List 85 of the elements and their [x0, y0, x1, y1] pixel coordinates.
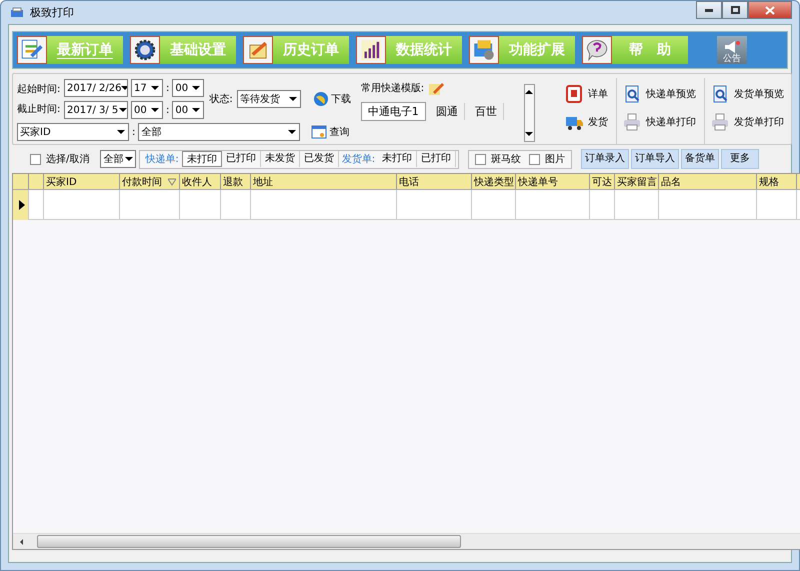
time-separator: :	[166, 82, 170, 94]
action-button[interactable]: 快递单预览	[623, 84, 700, 104]
document-icon	[565, 85, 583, 103]
globe-icon	[312, 91, 329, 107]
megaphone-icon	[723, 40, 741, 54]
express-label: 快递单:	[145, 152, 179, 166]
start-hour-dropdown[interactable]: 17	[131, 79, 163, 97]
select-all-label: 选择/取消	[46, 152, 90, 166]
column-header[interactable]: 快递单号	[516, 174, 590, 189]
end-time-label: 截止时间:	[17, 102, 60, 116]
status-dropdown[interactable]: 等待发货	[236, 90, 301, 108]
column-header[interactable]: 买家留言	[615, 174, 659, 189]
maximize-icon	[730, 6, 740, 14]
filter-tab[interactable]: 已发货	[300, 151, 339, 167]
minimize-icon	[705, 8, 713, 12]
window-search-icon	[311, 124, 328, 140]
option-label: 斑马纹	[491, 152, 522, 166]
horizontal-scrollbar[interactable]	[13, 533, 800, 549]
nav-icon	[469, 36, 499, 64]
column-header[interactable]: 付款时间	[120, 174, 180, 189]
action-button[interactable]: 快递单打印	[623, 112, 700, 132]
action-button[interactable]: 发货	[565, 112, 612, 132]
column-header[interactable]: 买家ID	[44, 174, 120, 189]
toolbar-button[interactable]: 更多	[721, 149, 760, 169]
checkbox[interactable]	[529, 154, 540, 164]
toolbar-button[interactable]: 订单录入	[581, 149, 630, 169]
start-time-label: 起始时间:	[17, 82, 60, 96]
filter-tab[interactable]: 未打印	[182, 151, 222, 167]
template-tab[interactable]: 中通电子1	[360, 102, 426, 120]
template-tab[interactable]: 圆通	[430, 102, 465, 120]
current-row-icon	[18, 200, 24, 210]
end-date-dropdown[interactable]: 2017/ 3/ 5	[64, 101, 128, 119]
template-label: 常用快递模版:	[360, 82, 424, 95]
end-minute-dropdown[interactable]: 00	[172, 101, 204, 119]
search-field-dropdown[interactable]: 买家ID	[17, 123, 129, 141]
window-title: 极致打印	[30, 5, 74, 20]
close-icon	[765, 6, 775, 14]
template-scrollbar[interactable]	[524, 84, 535, 142]
column-header[interactable]: 可达	[590, 174, 615, 189]
column-header[interactable]: 地址	[251, 174, 397, 189]
start-date-dropdown[interactable]: 2017/ 2/26	[64, 79, 128, 97]
maximize-button[interactable]	[722, 1, 748, 19]
column-header[interactable]: 品名	[659, 174, 757, 189]
time-separator: :	[166, 104, 170, 116]
query-button[interactable]: 查询	[311, 124, 350, 140]
action-button[interactable]: 发货单打印	[711, 112, 787, 132]
filter-tab[interactable]: 已打印	[417, 151, 456, 167]
preview-icon	[711, 85, 729, 103]
colon-label: :	[132, 126, 136, 138]
option-label: 图片	[545, 152, 566, 166]
column-header[interactable]: 收件人	[180, 174, 221, 189]
start-minute-dropdown[interactable]: 00	[172, 79, 204, 97]
search-value-dropdown[interactable]: 全部	[138, 123, 300, 141]
notice-button[interactable]: 公告	[717, 36, 747, 64]
template-tab[interactable]: 百世	[468, 102, 504, 120]
close-button[interactable]	[748, 1, 792, 19]
nav-icon	[582, 36, 612, 64]
preview-icon	[623, 85, 641, 103]
nav-icon	[243, 36, 273, 64]
checkbox[interactable]	[475, 154, 486, 164]
status-label: 状态:	[209, 92, 233, 106]
edit-icon[interactable]	[428, 80, 444, 96]
action-button[interactable]: 发货单预览	[711, 84, 787, 104]
toolbar-button[interactable]: 订单导入	[631, 149, 680, 169]
download-button[interactable]: 下载	[312, 91, 351, 107]
column-header[interactable]: 退款	[221, 174, 251, 189]
scope-dropdown[interactable]: 全部	[100, 150, 136, 168]
column-header[interactable]: 电话	[397, 174, 472, 189]
nav-icon	[17, 36, 47, 64]
invoice-label: 发货单:	[342, 152, 376, 166]
printer-icon	[623, 113, 641, 131]
action-button[interactable]: 详单	[565, 84, 612, 104]
column-header[interactable]: 快递类型	[472, 174, 516, 189]
filter-tab[interactable]: 未打印	[378, 151, 418, 167]
filter-tab[interactable]: 已打印	[222, 151, 261, 167]
end-hour-dropdown[interactable]: 00	[131, 101, 163, 119]
minimize-button[interactable]	[696, 1, 722, 19]
nav-icon	[130, 36, 160, 64]
column-header[interactable]: 规格	[757, 174, 797, 189]
toolbar-button[interactable]: 备货单	[681, 149, 720, 169]
checkbox[interactable]	[30, 154, 41, 164]
app-icon	[10, 6, 24, 18]
nav-icon	[356, 36, 386, 64]
printer-icon	[711, 113, 729, 131]
filter-tab[interactable]: 未发货	[260, 151, 300, 167]
